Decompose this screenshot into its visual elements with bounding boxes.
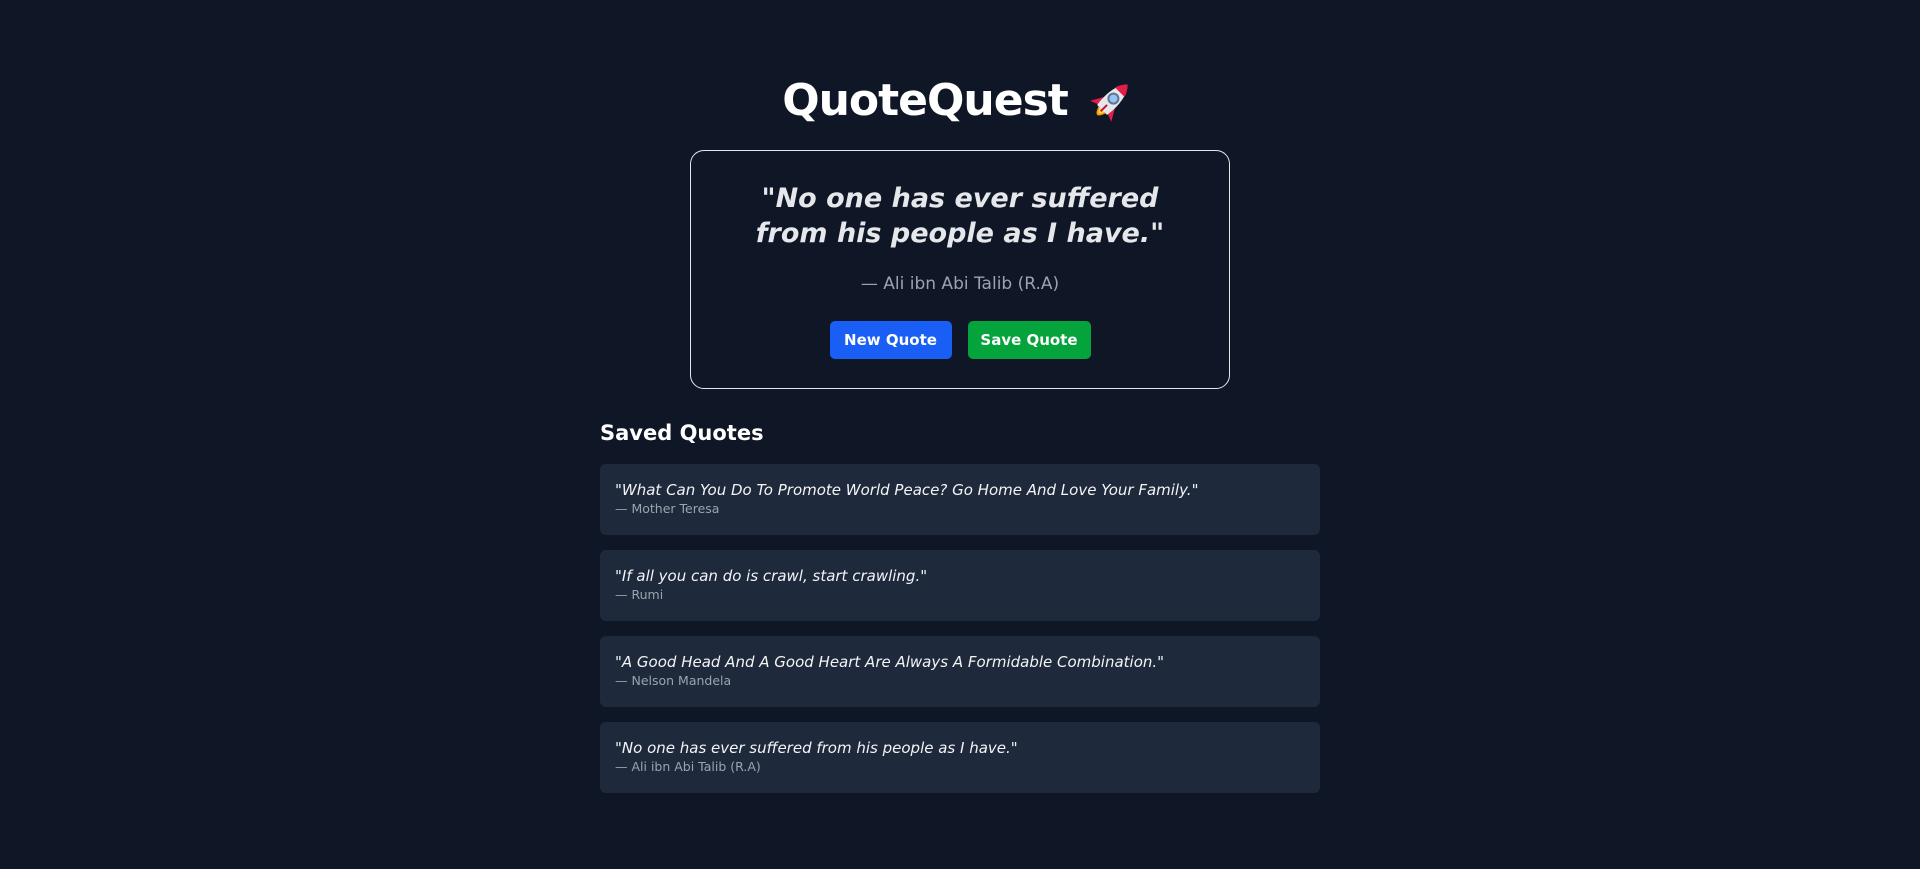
saved-quote-item: "No one has ever suffered from his peopl… bbox=[600, 722, 1320, 793]
saved-quote-author: — Ali ibn Abi Talib (R.A) bbox=[615, 759, 761, 774]
saved-quote-item: "If all you can do is crawl, start crawl… bbox=[600, 550, 1320, 621]
saved-quote-text: "A Good Head And A Good Heart Are Always… bbox=[615, 653, 1165, 671]
saved-quotes-heading: Saved Quotes bbox=[600, 421, 764, 445]
app-title-text: QuoteQuest bbox=[782, 74, 1069, 126]
quote-actions: New Quote Save Quote bbox=[691, 321, 1229, 359]
app-title: QuoteQuest bbox=[0, 72, 1920, 128]
saved-quote-text: "If all you can do is crawl, start crawl… bbox=[615, 567, 928, 585]
saved-quote-item: "A Good Head And A Good Heart Are Always… bbox=[600, 636, 1320, 707]
saved-quote-text: "No one has ever suffered from his peopl… bbox=[615, 739, 1018, 757]
save-quote-button[interactable]: Save Quote bbox=[967, 321, 1091, 359]
new-quote-button[interactable]: New Quote bbox=[829, 321, 952, 359]
saved-quote-text: "What Can You Do To Promote World Peace?… bbox=[615, 481, 1199, 499]
saved-quote-item: "What Can You Do To Promote World Peace?… bbox=[600, 464, 1320, 535]
current-quote-author: — Ali ibn Abi Talib (R.A) bbox=[860, 274, 1060, 294]
current-quote-card: "No one has ever suffered from his peopl… bbox=[690, 150, 1230, 389]
saved-quote-author: — Mother Teresa bbox=[615, 501, 720, 516]
current-quote-text: "No one has ever suffered from his peopl… bbox=[755, 183, 1165, 249]
saved-quote-author: — Nelson Mandela bbox=[615, 673, 732, 688]
saved-quote-author: — Rumi bbox=[615, 587, 664, 602]
rocket-icon bbox=[1086, 74, 1138, 126]
saved-quotes-list: "What Can You Do To Promote World Peace?… bbox=[600, 464, 1320, 808]
